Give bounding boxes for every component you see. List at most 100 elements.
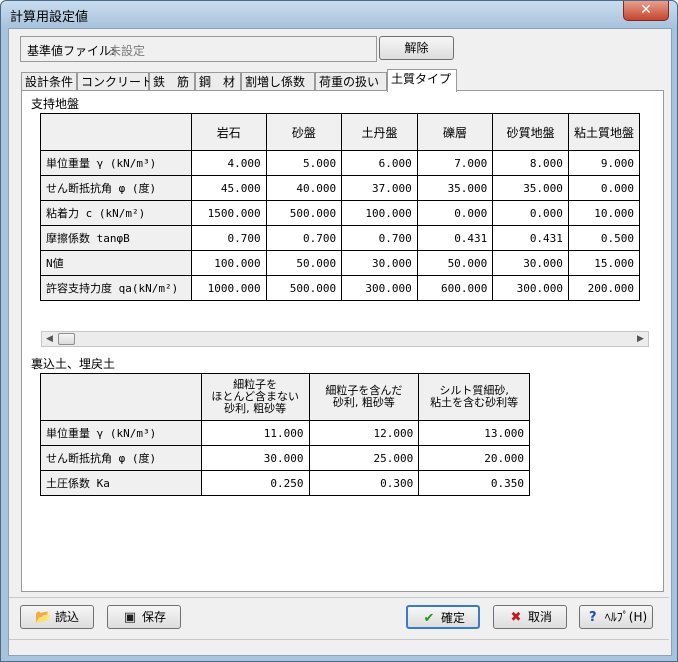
cancel-button[interactable]: ✖ 取消 <box>493 605 567 629</box>
row-header: せん断抵抗角 φ (度) <box>40 445 202 471</box>
scroll-left-icon[interactable]: ◀ <box>42 332 57 346</box>
soil-type-panel: 支持地盤 岩石 砂盤 土丹盤 礫層 砂質地盤 粘土質地盤 単位重量 γ (kN/… <box>21 90 664 592</box>
table-cell[interactable]: 30.000 <box>200 445 310 471</box>
table-cell[interactable]: 9.000 <box>567 150 641 176</box>
table-cell[interactable]: 600.000 <box>416 275 494 301</box>
table-cell[interactable]: 0.000 <box>492 200 569 226</box>
table-cell[interactable]: 50.000 <box>265 250 343 276</box>
reference-file-label: 基準値ファイル: <box>27 44 116 58</box>
table-cell[interactable]: 0.431 <box>416 225 494 251</box>
dialog-client: 基準値ファイル: 未設定 解除 設計条件 コンクリート 鉄 筋 鋼 材 割増し係… <box>8 28 672 656</box>
cross-icon: ✖ <box>510 610 522 625</box>
table-row: 摩擦係数 tanφB 0.700 0.700 0.700 0.431 0.431… <box>40 225 641 251</box>
folder-open-icon: 📂 <box>34 610 52 625</box>
close-button[interactable]: ✕ <box>623 1 669 21</box>
table-cell[interactable]: 0.500 <box>567 225 641 251</box>
table-cell[interactable]: 7.000 <box>416 150 494 176</box>
load-button[interactable]: 📂 読込 <box>20 605 94 629</box>
question-mark-icon: ? <box>589 610 597 625</box>
column-header: 礫層 <box>416 113 494 151</box>
row-header: 摩擦係数 tanφB <box>40 225 192 251</box>
reference-file-value: 未設定 <box>109 44 146 58</box>
support-ground-title: 支持地盤 <box>31 97 80 111</box>
table-cell[interactable]: 30.000 <box>341 250 418 276</box>
tab-increase-factor[interactable]: 割増し係数 <box>241 72 315 91</box>
table-cell[interactable]: 35.000 <box>492 175 569 201</box>
table-row: N値 100.000 50.000 30.000 50.000 30.000 1… <box>40 250 641 276</box>
backfill-table: 細粒子を ほとんど含まない 砂利, 粗砂等 細粒子を含んだ 砂利, 粗砂等 シル… <box>40 373 530 496</box>
table-cell[interactable]: 500.000 <box>265 200 343 226</box>
table-cell[interactable]: 25.000 <box>308 445 420 471</box>
table-cell[interactable]: 40.000 <box>265 175 343 201</box>
row-header: N値 <box>40 250 192 276</box>
table-cell[interactable]: 15.000 <box>567 250 641 276</box>
column-header: 細粒子を ほとんど含まない 砂利, 粗砂等 <box>200 373 310 421</box>
column-header: 土丹盤 <box>341 113 418 151</box>
row-header: 粘着力 c (kN/m²) <box>40 200 192 226</box>
table-cell[interactable]: 300.000 <box>341 275 418 301</box>
dialog-window: 計算用設定値 ✕ 基準値ファイル: 未設定 解除 設計条件 コンクリート 鉄 筋… <box>0 0 678 662</box>
table-cell[interactable]: 0.000 <box>416 200 494 226</box>
table-cell[interactable]: 0.700 <box>265 225 343 251</box>
row-header: せん断抵抗角 φ (度) <box>40 175 192 201</box>
table-row: 粘着力 c (kN/m²) 1500.000 500.000 100.000 0… <box>40 200 641 226</box>
table-cell[interactable]: 10.000 <box>567 200 641 226</box>
table-cell[interactable]: 13.000 <box>418 420 530 446</box>
table-row: 土圧係数 Ka 0.250 0.300 0.350 <box>40 470 530 496</box>
tab-design-conditions[interactable]: 設計条件 <box>21 72 77 91</box>
column-header: 砂質地盤 <box>492 113 569 151</box>
table-cell[interactable]: 300.000 <box>492 275 569 301</box>
tab-concrete[interactable]: コンクリート <box>77 72 153 91</box>
horizontal-scrollbar[interactable]: ◀ ▶ <box>41 331 649 347</box>
save-button-label: 保存 <box>141 610 166 624</box>
table-row: 単位重量 γ (kN/m³) 4.000 5.000 6.000 7.000 8… <box>40 150 641 176</box>
table-cell[interactable]: 20.000 <box>418 445 530 471</box>
support-ground-table: 岩石 砂盤 土丹盤 礫層 砂質地盤 粘土質地盤 単位重量 γ (kN/m³) 4… <box>40 113 641 301</box>
table-cell[interactable]: 30.000 <box>492 250 569 276</box>
row-header: 単位重量 γ (kN/m³) <box>40 420 202 446</box>
window-title: 計算用設定値 <box>10 10 89 25</box>
table-cell[interactable]: 1000.000 <box>190 275 267 301</box>
table-cell[interactable]: 100.000 <box>190 250 267 276</box>
table-cell[interactable]: 4.000 <box>190 150 267 176</box>
table-cell[interactable]: 12.000 <box>308 420 420 446</box>
table-cell[interactable]: 0.000 <box>567 175 641 201</box>
table-cell[interactable]: 0.250 <box>200 470 310 496</box>
table-cell[interactable]: 100.000 <box>341 200 418 226</box>
tab-load-handling[interactable]: 荷重の扱い <box>315 72 387 91</box>
table-cell[interactable]: 0.300 <box>308 470 420 496</box>
scroll-thumb[interactable] <box>58 333 75 345</box>
table-cell[interactable]: 0.700 <box>341 225 418 251</box>
save-button[interactable]: ▣ 保存 <box>107 605 181 629</box>
load-button-label: 読込 <box>54 610 79 624</box>
table-cell[interactable]: 50.000 <box>416 250 494 276</box>
table-cell[interactable]: 6.000 <box>341 150 418 176</box>
tab-soil-type[interactable]: 土質タイプ <box>387 69 457 92</box>
ok-button[interactable]: ✔ 確定 <box>406 605 480 629</box>
table-cell[interactable]: 500.000 <box>265 275 343 301</box>
table-cell[interactable]: 8.000 <box>492 150 569 176</box>
table-cell[interactable]: 5.000 <box>265 150 343 176</box>
tab-steel[interactable]: 鋼 材 <box>195 72 241 91</box>
ok-button-label: 確定 <box>440 611 465 625</box>
table-cell[interactable]: 0.431 <box>492 225 569 251</box>
tab-rebar[interactable]: 鉄 筋 <box>149 72 195 91</box>
help-button[interactable]: ? ﾍﾙﾌﾟ(H) <box>579 605 653 629</box>
release-button[interactable]: 解除 <box>379 36 454 60</box>
scroll-right-icon[interactable]: ▶ <box>633 332 648 346</box>
table-row: 単位重量 γ (kN/m³) 11.000 12.000 13.000 <box>40 420 530 446</box>
table-cell[interactable]: 1500.000 <box>190 200 267 226</box>
table-cell[interactable]: 35.000 <box>416 175 494 201</box>
table-row: せん断抵抗角 φ (度) 45.000 40.000 37.000 35.000… <box>40 175 641 201</box>
table-cell[interactable]: 45.000 <box>190 175 267 201</box>
row-header: 土圧係数 Ka <box>40 470 202 496</box>
table-cell[interactable]: 0.350 <box>418 470 530 496</box>
table-cell[interactable]: 11.000 <box>200 420 310 446</box>
table-cell[interactable]: 37.000 <box>341 175 418 201</box>
column-header: 岩石 <box>190 113 267 151</box>
table-corner <box>40 113 192 151</box>
table-cell[interactable]: 0.700 <box>190 225 267 251</box>
row-header: 許容支持力度 qa(kN/m²) <box>40 275 192 301</box>
table-cell[interactable]: 200.000 <box>567 275 641 301</box>
table-row: せん断抵抗角 φ (度) 30.000 25.000 20.000 <box>40 445 530 471</box>
